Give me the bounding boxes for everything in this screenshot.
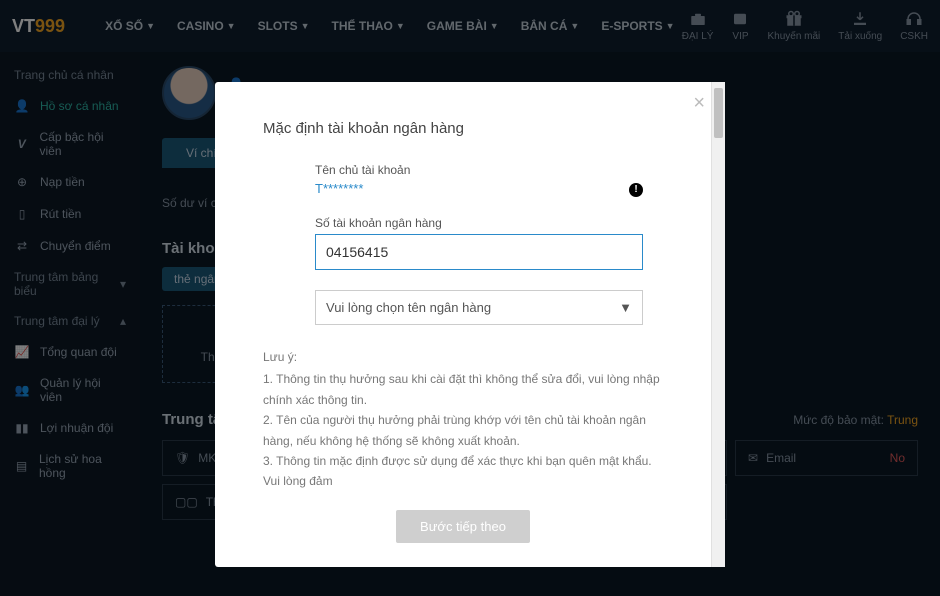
- account-holder-label: Tên chủ tài khoản: [315, 163, 643, 177]
- bank-account-modal: × Mặc định tài khoản ngân hàng Tên chủ t…: [215, 82, 725, 567]
- modal-scrollbar[interactable]: [711, 82, 725, 567]
- bank-select[interactable]: Vui lòng chọn tên ngân hàng ▼: [315, 290, 643, 325]
- next-step-button[interactable]: Bước tiếp theo: [396, 510, 530, 543]
- account-holder-value: T********: [315, 181, 363, 196]
- chevron-down-icon: ▼: [619, 300, 632, 315]
- warning-icon: !: [629, 183, 643, 197]
- modal-notes: Lưu ý: 1. Thông tin thụ hưởng sau khi cà…: [263, 347, 663, 492]
- account-number-label: Số tài khoản ngân hàng: [315, 216, 643, 230]
- bank-select-placeholder: Vui lòng chọn tên ngân hàng: [326, 300, 491, 315]
- scrollbar-thumb[interactable]: [714, 88, 723, 138]
- modal-title: Mặc định tài khoản ngân hàng: [263, 120, 663, 137]
- account-number-input[interactable]: [315, 234, 643, 270]
- modal-overlay: × Mặc định tài khoản ngân hàng Tên chủ t…: [0, 0, 940, 596]
- close-icon[interactable]: ×: [693, 92, 705, 115]
